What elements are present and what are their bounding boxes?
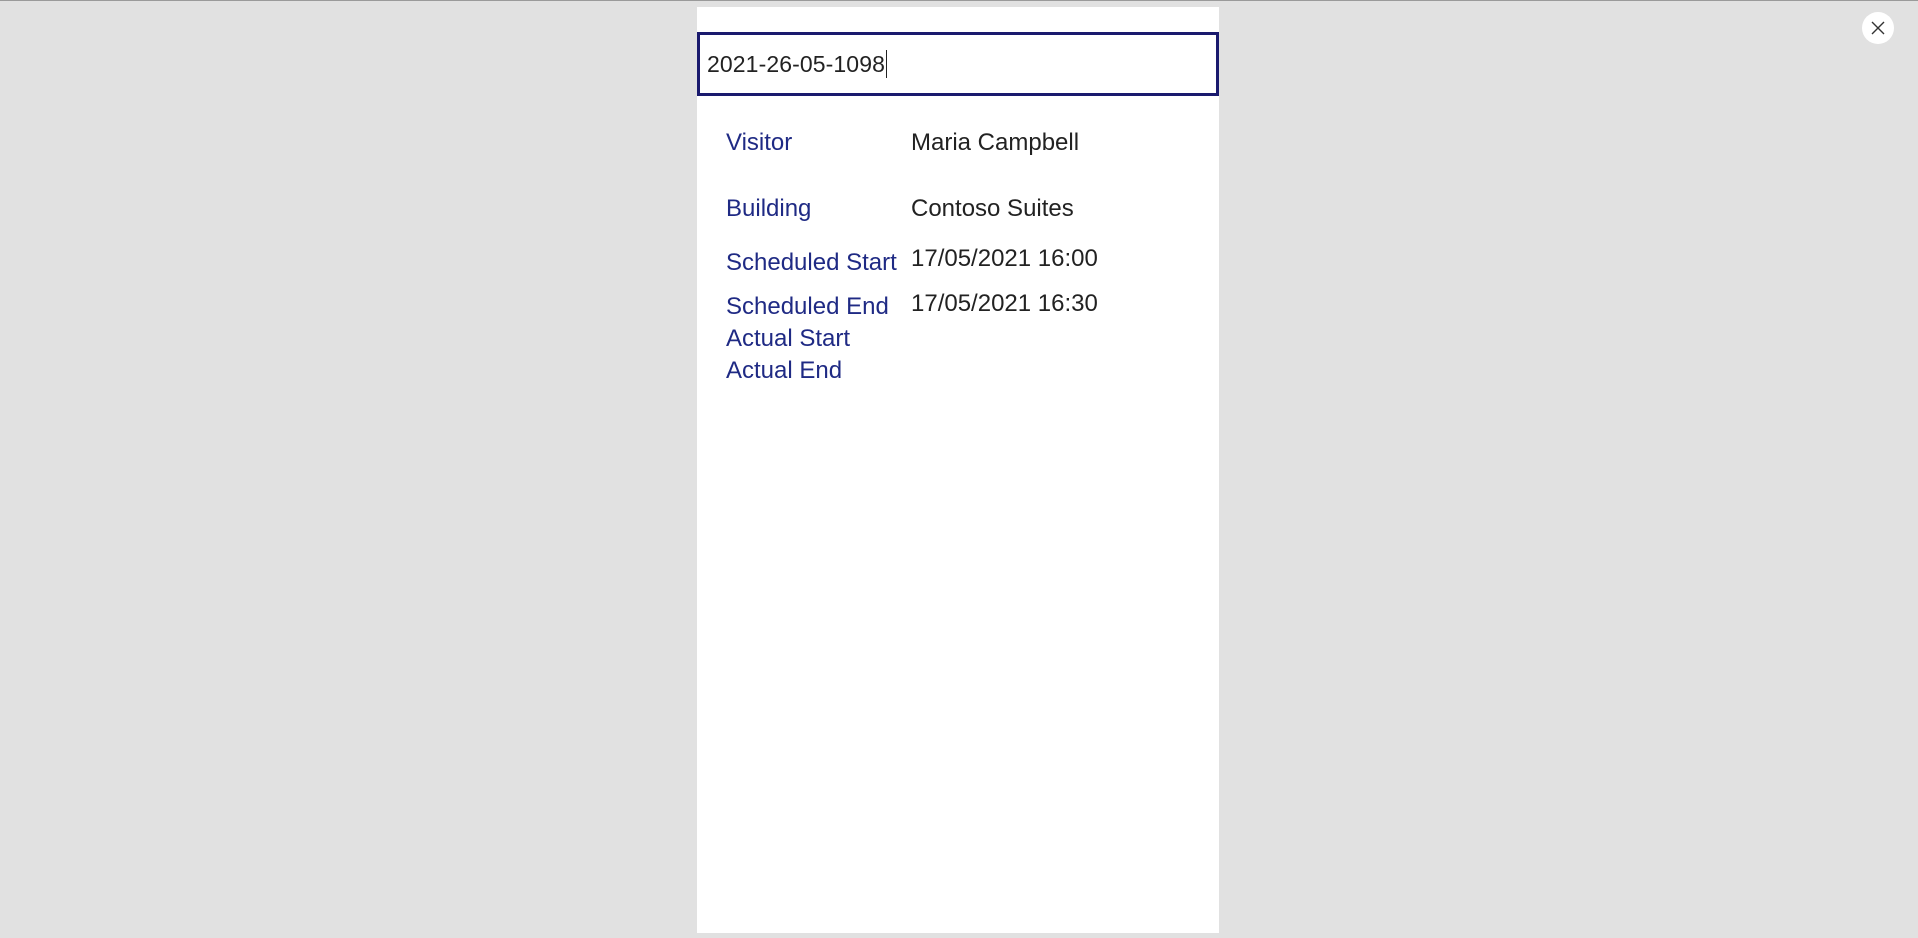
building-label: Building xyxy=(726,195,812,222)
close-icon xyxy=(1871,21,1885,35)
scheduled-start-value: 17/05/2021 16:00 xyxy=(911,245,1098,272)
scheduled-end-label: Scheduled End xyxy=(726,293,889,320)
visit-details-panel: 2021-26-05-1098 Visitor Maria Campbell B… xyxy=(697,7,1219,933)
visitor-value: Maria Campbell xyxy=(911,129,1080,156)
top-border xyxy=(0,0,1918,1)
visit-code-value: 2021-26-05-1098 xyxy=(707,50,885,77)
actual-end-label: Actual End xyxy=(726,357,843,384)
text-caret xyxy=(885,50,887,78)
actual-start-label: Actual Start xyxy=(726,325,851,352)
building-value: Contoso Suites xyxy=(911,195,1074,222)
scheduled-end-value: 17/05/2021 16:30 xyxy=(911,290,1098,317)
visitor-label: Visitor xyxy=(726,129,793,156)
visit-code-input[interactable]: 2021-26-05-1098 xyxy=(697,32,1219,96)
scheduled-start-label: Scheduled Start xyxy=(726,249,897,276)
close-button[interactable] xyxy=(1862,12,1894,44)
